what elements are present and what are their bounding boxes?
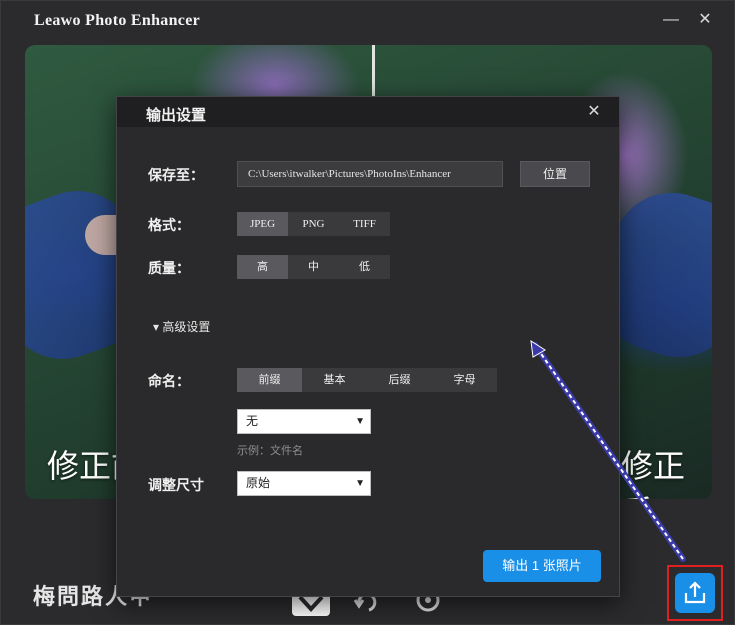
dialog-header: 输出设置 ✕: [117, 97, 619, 127]
chevron-down-icon: ▾: [153, 320, 160, 334]
resize-dropdown[interactable]: 原始 ▼: [237, 471, 371, 496]
naming-basic[interactable]: 基本: [302, 368, 367, 392]
format-selector: JPEG PNG TIFF: [237, 212, 390, 236]
naming-example: 示例：文件名: [237, 445, 303, 457]
naming-prefix[interactable]: 前缀: [237, 368, 302, 392]
advanced-settings-label: 高级设置: [162, 320, 211, 334]
export-icon[interactable]: [675, 573, 715, 613]
location-button[interactable]: 位置: [520, 161, 590, 187]
naming-label: 命名：: [148, 373, 190, 389]
naming-letter[interactable]: 字母: [432, 368, 497, 392]
app-title: Leawo Photo Enhancer: [34, 12, 200, 29]
after-label: 修正后: [621, 447, 686, 499]
quality-label: 质量：: [148, 260, 190, 276]
quality-selector: 高 中 低: [237, 255, 390, 279]
format-png[interactable]: PNG: [288, 212, 339, 236]
quality-low[interactable]: 低: [339, 255, 390, 279]
close-icon[interactable]: ✕: [693, 9, 717, 33]
save-to-label: 保存至：: [148, 167, 204, 183]
resize-dropdown-value: 原始: [246, 476, 271, 490]
naming-suffix[interactable]: 后缀: [367, 368, 432, 392]
minimize-icon[interactable]: —: [659, 9, 683, 33]
export-highlight-box: [667, 565, 723, 621]
format-jpeg[interactable]: JPEG: [237, 212, 288, 236]
chevron-down-icon: ▼: [355, 478, 365, 489]
advanced-settings-toggle[interactable]: ▾ 高级设置: [153, 318, 210, 335]
naming-selector: 前缀 基本 后缀 字母: [237, 368, 497, 392]
resize-label: 调整尺寸: [148, 477, 204, 493]
app-window: Leawo Photo Enhancer — ✕ 修正前 修正后 梅問路人甲 输…: [0, 0, 735, 625]
format-label: 格式：: [148, 217, 190, 233]
output-settings-dialog: 输出设置 ✕ 保存至： C:\Users\itwalker\Pictures\P…: [116, 96, 620, 597]
quality-medium[interactable]: 中: [288, 255, 339, 279]
dialog-title: 输出设置: [146, 107, 207, 124]
format-tiff[interactable]: TIFF: [339, 212, 390, 236]
export-photos-button[interactable]: 输出 1 张照片: [483, 550, 601, 582]
naming-dropdown[interactable]: 无 ▼: [237, 409, 371, 434]
title-bar: Leawo Photo Enhancer — ✕: [1, 1, 735, 41]
dialog-close-icon[interactable]: ✕: [583, 101, 605, 123]
quality-high[interactable]: 高: [237, 255, 288, 279]
naming-dropdown-value: 无: [246, 414, 259, 428]
save-path-input[interactable]: C:\Users\itwalker\Pictures\PhotoIns\Enha…: [237, 161, 503, 187]
chevron-down-icon: ▼: [355, 416, 365, 427]
